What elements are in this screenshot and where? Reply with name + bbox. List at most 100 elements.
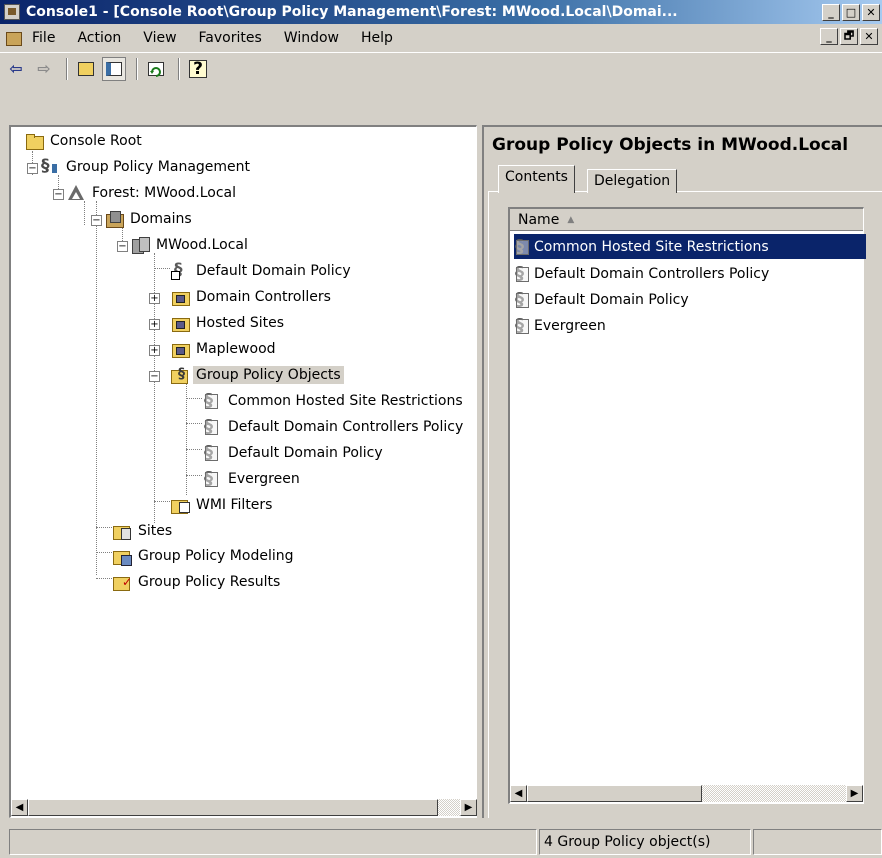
tree-horizontal-scrollbar[interactable]: ◀ ▶ — [11, 799, 477, 816]
scroll-thumb[interactable] — [28, 799, 438, 816]
tree-node-label: Group Policy Objects — [193, 366, 344, 384]
tab-contents[interactable]: Contents — [498, 165, 575, 193]
tree-connector — [96, 527, 112, 528]
tree-node-label: Maplewood — [196, 341, 276, 357]
mdi-minimize-button[interactable]: _ — [820, 28, 838, 45]
sort-ascending-icon: ▲ — [567, 214, 575, 225]
expand-button[interactable]: + — [149, 293, 160, 304]
maximize-button[interactable]: □ — [842, 3, 860, 21]
tree-node-label: Group Policy Modeling — [138, 548, 294, 564]
forward-arrow-icon: ⇨ — [37, 59, 51, 78]
tree-node-label: Sites — [138, 523, 173, 539]
expand-button[interactable]: + — [149, 319, 160, 330]
tree-node-console-root[interactable]: Console Root — [25, 130, 145, 152]
gpo-folder-icon — [171, 366, 189, 384]
tab-delegation[interactable]: Delegation — [587, 169, 678, 193]
tree-connector — [84, 201, 85, 225]
back-arrow-icon: ⇦ — [9, 59, 23, 78]
tree-node-label: MWood.Local — [156, 237, 248, 253]
organizational-unit-icon — [171, 340, 190, 358]
menu-action[interactable]: Action — [77, 30, 121, 46]
list-item-label: Default Domain Policy — [534, 291, 689, 308]
menu-favorites[interactable]: Favorites — [199, 30, 262, 46]
status-message: 4 Group Policy object(s) — [539, 829, 751, 855]
tree-node-label: Default Domain Policy — [228, 445, 383, 461]
list-item[interactable]: Default Domain Controllers Policy — [514, 261, 866, 286]
toolbar-separator — [136, 57, 138, 80]
toolbar-separator — [66, 57, 68, 80]
tree-connector — [96, 552, 112, 553]
tree-node-linked-gpo[interactable]: Default Domain Policy — [171, 260, 354, 282]
help-icon: ? — [189, 59, 207, 78]
tree-node-forest[interactable]: Forest: MWood.Local — [67, 182, 239, 204]
scroll-right-button[interactable]: ▶ — [460, 799, 477, 816]
up-one-level-button[interactable] — [74, 57, 98, 81]
column-header-name[interactable]: Name ▲ — [510, 209, 863, 231]
tree-node-wmi-filters[interactable]: WMI Filters — [171, 494, 275, 516]
tree-node-gpo[interactable]: Default Domain Policy — [203, 442, 386, 464]
list-item-label: Common Hosted Site Restrictions — [534, 238, 769, 255]
scroll-thumb[interactable] — [527, 785, 702, 802]
menu-file[interactable]: File — [32, 30, 55, 46]
list-item[interactable]: Evergreen — [514, 313, 866, 338]
mdi-close-button[interactable]: ✕ — [860, 28, 878, 45]
back-button[interactable]: ⇦ — [4, 57, 28, 81]
list-horizontal-scrollbar[interactable]: ◀ ▶ — [510, 785, 863, 802]
mmc-app-icon[interactable] — [4, 4, 20, 20]
tree-node-label: Console Root — [50, 133, 142, 149]
refresh-button[interactable] — [144, 57, 168, 81]
tree-node-sites[interactable]: Sites — [113, 520, 175, 542]
list-item-label: Default Domain Controllers Policy — [534, 265, 770, 282]
tree-node-ou[interactable]: Domain Controllers — [171, 286, 334, 308]
menu-view[interactable]: View — [143, 30, 176, 46]
minimize-button[interactable]: _ — [822, 3, 840, 21]
help-button[interactable]: ? — [186, 57, 210, 81]
organizational-unit-icon — [171, 288, 190, 306]
tree-node-group-policy-objects[interactable]: Group Policy Objects — [171, 364, 344, 386]
tree-node-label: Forest: MWood.Local — [92, 185, 236, 201]
status-panel-main — [9, 829, 537, 855]
tree-node-group-policy-management[interactable]: Group Policy Management — [41, 156, 253, 178]
show-hide-tree-button[interactable] — [102, 56, 126, 81]
mdi-restore-button[interactable]: 🗗 — [840, 28, 858, 45]
list-item[interactable]: Common Hosted Site Restrictions — [514, 234, 866, 259]
tree-node-ou[interactable]: Hosted Sites — [171, 312, 287, 334]
organizational-unit-icon — [171, 314, 190, 332]
menu-window[interactable]: Window — [284, 30, 339, 46]
console-document-icon[interactable] — [4, 29, 22, 47]
gpo-list[interactable]: Name ▲ Common Hosted Site Restrictions D… — [508, 207, 866, 804]
tree-node-domain[interactable]: MWood.Local — [131, 234, 251, 256]
tree-node-gpo[interactable]: Common Hosted Site Restrictions — [203, 390, 466, 412]
scroll-left-button[interactable]: ◀ — [11, 799, 28, 816]
list-item-label: Evergreen — [534, 317, 606, 334]
tree-connector — [186, 423, 202, 424]
forward-button[interactable]: ⇨ — [32, 57, 56, 81]
tree-node-group-policy-modeling[interactable]: Group Policy Modeling — [113, 545, 296, 567]
menu-help[interactable]: Help — [361, 30, 393, 46]
tree-node-domains[interactable]: Domains — [105, 208, 195, 230]
collapse-button[interactable]: − — [149, 371, 160, 382]
tree-connector — [186, 449, 202, 450]
folder-icon — [25, 132, 44, 150]
tree-node-gpo[interactable]: Default Domain Controllers Policy — [203, 416, 466, 438]
scroll-right-button[interactable]: ▶ — [846, 785, 863, 802]
tree-node-gpo[interactable]: Evergreen — [203, 468, 303, 490]
tree-node-group-policy-results[interactable]: Group Policy Results — [113, 571, 283, 593]
title-bar[interactable]: Console1 - [Console Root\Group Policy Ma… — [0, 0, 882, 24]
collapse-button[interactable]: − — [53, 189, 64, 200]
tree-node-label: WMI Filters — [196, 497, 273, 513]
show-hide-tree-icon — [106, 61, 122, 76]
forest-icon — [67, 184, 85, 202]
scroll-left-button[interactable]: ◀ — [510, 785, 527, 802]
collapse-button[interactable]: − — [27, 163, 38, 174]
expand-button[interactable]: + — [149, 345, 160, 356]
close-button[interactable]: ✕ — [862, 3, 880, 21]
tree-connector — [154, 501, 170, 502]
collapse-button[interactable]: − — [117, 241, 128, 252]
console-tree-pane[interactable]: − − − − + + + − Console Root Group Polic… — [9, 125, 477, 818]
tree-node-ou[interactable]: Maplewood — [171, 338, 279, 360]
tree-node-label: Group Policy Management — [66, 159, 251, 175]
domain-icon — [131, 236, 150, 254]
collapse-button[interactable]: − — [91, 215, 102, 226]
list-item[interactable]: Default Domain Policy — [514, 287, 866, 312]
